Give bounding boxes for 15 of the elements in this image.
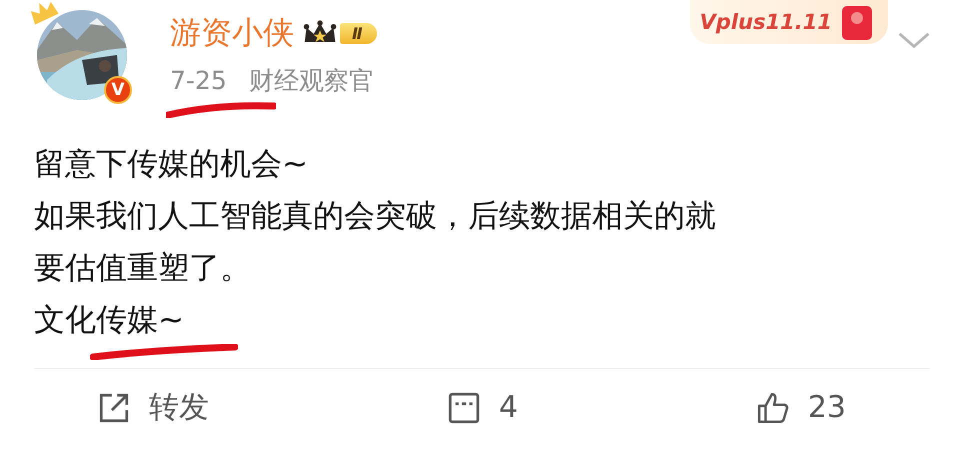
post-text-line: 要估值重塑了。 bbox=[34, 249, 252, 288]
post-text-line: 留意下传媒的机会~ bbox=[34, 145, 309, 184]
comment-button[interactable]: 4 bbox=[442, 383, 522, 432]
verified-badge: V bbox=[104, 76, 132, 104]
author-title: 财经观察官 bbox=[248, 65, 374, 97]
promo-banner[interactable]: Vplus11.11 bbox=[690, 0, 888, 44]
post-text-line: 如果我们人工智能真的会突破，后续数据相关的就 bbox=[34, 197, 717, 236]
promo-text: Vplus11.11 bbox=[700, 10, 832, 34]
member-level-badge: Ⅱ bbox=[340, 22, 377, 44]
post-date: 7-25 bbox=[170, 66, 227, 95]
post-text-line: 文化传媒~ bbox=[34, 294, 960, 346]
comment-icon bbox=[446, 390, 481, 424]
repost-button[interactable]: 转发 bbox=[93, 383, 213, 432]
like-button[interactable]: 23 bbox=[752, 383, 850, 432]
thumbs-up-icon bbox=[756, 390, 790, 424]
